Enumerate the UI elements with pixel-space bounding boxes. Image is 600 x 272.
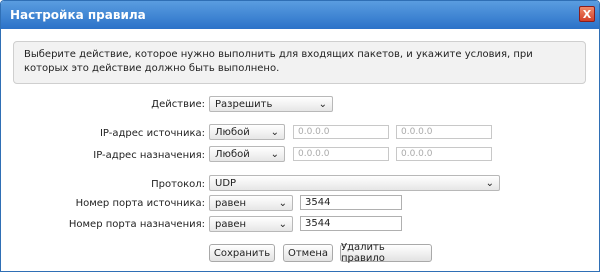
dest-port-operator-value: равен bbox=[215, 218, 247, 230]
close-icon[interactable]: X bbox=[579, 6, 595, 22]
chevron-down-icon: ⌄ bbox=[278, 219, 287, 230]
source-port-label: Номер порта источника: bbox=[75, 198, 205, 209]
rule-settings-dialog: Настройка правила X Выберите действие, к… bbox=[0, 0, 600, 272]
source-port-operator-value: равен bbox=[215, 197, 247, 209]
dest-ip-mask-input[interactable]: 0.0.0.0 bbox=[396, 147, 492, 161]
source-ip-mode-value: Любой bbox=[215, 126, 250, 138]
dest-port-operator-select[interactable]: равен ⌄ bbox=[209, 216, 293, 232]
dest-ip-label: IP-адрес назначения: bbox=[93, 150, 205, 161]
dest-port-input[interactable]: 3544 bbox=[300, 216, 402, 231]
action-value: Разрешить bbox=[215, 98, 273, 110]
save-button[interactable]: Сохранить bbox=[209, 244, 275, 262]
delete-rule-button[interactable]: Удалить правило bbox=[340, 242, 432, 264]
protocol-label: Протокол: bbox=[151, 179, 205, 190]
source-ip-mask-input[interactable]: 0.0.0.0 bbox=[396, 125, 492, 139]
source-ip-address-input[interactable]: 0.0.0.0 bbox=[293, 125, 389, 139]
source-ip-label: IP-адрес источника: bbox=[99, 128, 205, 139]
info-box: Выберите действие, которое нужно выполни… bbox=[13, 41, 586, 84]
chevron-down-icon: ⌄ bbox=[270, 127, 279, 138]
source-port-operator-select[interactable]: равен ⌄ bbox=[209, 195, 293, 211]
protocol-select[interactable]: UDP ⌄ bbox=[209, 175, 500, 191]
dialog-titlebar: Настройка правила bbox=[1, 1, 599, 29]
dialog-title: Настройка правила bbox=[10, 8, 146, 22]
source-ip-mode-select[interactable]: Любой ⌄ bbox=[209, 124, 285, 140]
chevron-down-icon: ⌄ bbox=[278, 198, 287, 209]
dest-ip-address-input[interactable]: 0.0.0.0 bbox=[293, 147, 389, 161]
cancel-button[interactable]: Отмена bbox=[283, 244, 333, 262]
action-select[interactable]: Разрешить ⌄ bbox=[209, 96, 333, 112]
chevron-down-icon: ⌄ bbox=[270, 149, 279, 160]
source-port-input[interactable]: 3544 bbox=[300, 195, 402, 210]
chevron-down-icon: ⌄ bbox=[485, 178, 494, 189]
action-label: Действие: bbox=[151, 99, 205, 110]
chevron-down-icon: ⌄ bbox=[318, 99, 327, 110]
dest-ip-mode-value: Любой bbox=[215, 148, 250, 160]
dest-ip-mode-select[interactable]: Любой ⌄ bbox=[209, 146, 285, 162]
protocol-value: UDP bbox=[215, 177, 237, 189]
dest-port-label: Номер порта назначения: bbox=[68, 219, 205, 230]
